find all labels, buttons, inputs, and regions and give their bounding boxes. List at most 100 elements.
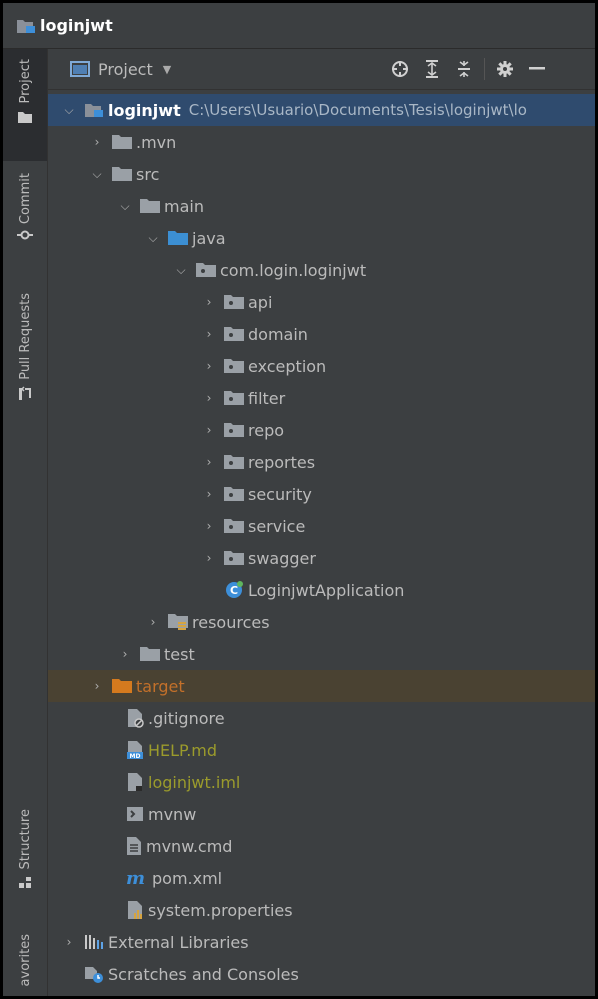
- package-icon: [224, 487, 244, 501]
- svg-text:MD: MD: [130, 753, 141, 760]
- settings-button[interactable]: [489, 55, 521, 83]
- project-tool-label: Project: [17, 59, 33, 104]
- package-icon: [224, 295, 244, 309]
- chevron-down-icon: ⌵: [148, 230, 158, 245]
- node-label: exception: [248, 356, 327, 376]
- node-label: .gitignore: [148, 708, 225, 728]
- chevron-right-icon: ›: [206, 519, 212, 533]
- tree-node-target[interactable]: › target: [48, 670, 595, 702]
- chevron-right-icon: ›: [206, 295, 212, 309]
- pull-requests-tool-label: Pull Requests: [17, 293, 33, 380]
- package-icon: [224, 455, 244, 469]
- expand-all-button[interactable]: [416, 55, 448, 83]
- collapse-all-icon: [457, 60, 471, 78]
- structure-tool-button[interactable]: Structure: [3, 809, 47, 909]
- tree-node-resources[interactable]: › resources: [48, 606, 595, 638]
- node-label: reportes: [248, 452, 316, 472]
- node-label: main: [164, 196, 204, 216]
- package-icon: [224, 519, 244, 533]
- node-label: .mvn: [136, 132, 177, 152]
- source-folder-icon: [168, 231, 188, 245]
- tool-window-strip: Project Commit Pull Requests Structure a…: [3, 49, 48, 996]
- svg-text:C: C: [230, 584, 238, 597]
- node-label: swagger: [248, 548, 316, 568]
- chevron-down-icon: ⌵: [64, 102, 74, 117]
- project-tree[interactable]: ⌵ loginjwt C:\Users\Usuario\Documents\Te…: [48, 90, 595, 996]
- tree-node-gitignore[interactable]: .gitignore: [48, 702, 595, 734]
- chevron-down-icon: ▼: [162, 62, 172, 76]
- node-label: External Libraries: [108, 932, 249, 952]
- node-label: filter: [248, 388, 286, 408]
- locate-file-button[interactable]: [384, 55, 416, 83]
- tree-node-external-libraries[interactable]: › External Libraries: [48, 926, 595, 958]
- node-label: repo: [248, 420, 285, 440]
- tree-node-swagger[interactable]: › swagger: [48, 542, 595, 574]
- node-label: target: [136, 676, 185, 696]
- markdown-file-icon: MD: [126, 740, 144, 760]
- folder-icon: [112, 167, 132, 181]
- tree-node-domain[interactable]: › domain: [48, 318, 595, 350]
- tree-node-java[interactable]: ⌵ java: [48, 222, 595, 254]
- hide-panel-button[interactable]: [521, 55, 553, 83]
- text-file-icon: [126, 836, 142, 856]
- tree-node-help[interactable]: MD HELP.md: [48, 734, 595, 766]
- properties-file-icon: [126, 900, 144, 920]
- svg-text:m: m: [126, 869, 145, 887]
- tree-node-root[interactable]: ⌵ loginjwt C:\Users\Usuario\Documents\Te…: [48, 94, 595, 126]
- tree-node-mvnw-cmd[interactable]: mvnw.cmd: [48, 830, 595, 862]
- tree-node-exception[interactable]: › exception: [48, 350, 595, 382]
- structure-tool-label: Structure: [17, 809, 33, 870]
- panel-actions: [384, 55, 553, 83]
- title-bar: loginjwt: [3, 3, 595, 49]
- tree-node-app-class[interactable]: C LoginjwtApplication: [48, 574, 595, 606]
- chevron-right-icon: ›: [94, 679, 100, 693]
- tree-node-repo[interactable]: › repo: [48, 414, 595, 446]
- tree-node-pom[interactable]: m pom.xml: [48, 862, 595, 894]
- shell-script-icon: [126, 806, 144, 822]
- node-label: security: [248, 484, 312, 504]
- tree-node-reportes[interactable]: › reportes: [48, 446, 595, 478]
- crosshair-icon: [391, 60, 409, 78]
- node-label: api: [248, 292, 273, 312]
- favorites-tool-button[interactable]: avorites: [3, 934, 47, 996]
- chevron-down-icon: ⌵: [92, 166, 102, 181]
- chevron-right-icon: ›: [150, 615, 156, 629]
- tree-node-api[interactable]: › api: [48, 286, 595, 318]
- collapse-all-button[interactable]: [448, 55, 480, 83]
- project-panel-header: Project ▼: [48, 49, 595, 90]
- tree-node-package[interactable]: ⌵ com.login.loginjwt: [48, 254, 595, 286]
- tree-node-service[interactable]: › service: [48, 510, 595, 542]
- package-icon: [224, 423, 244, 437]
- tree-node-mvnw[interactable]: mvnw: [48, 798, 595, 830]
- project-view-icon: [70, 61, 90, 77]
- tree-node-filter[interactable]: › filter: [48, 382, 595, 414]
- node-label: LoginjwtApplication: [248, 580, 405, 600]
- package-icon: [224, 551, 244, 565]
- scratches-icon: [84, 964, 104, 984]
- chevron-right-icon: ›: [206, 327, 212, 341]
- commit-tool-button[interactable]: Commit: [3, 173, 47, 263]
- project-view-selector[interactable]: Project ▼: [70, 60, 171, 79]
- node-label: Scratches and Consoles: [108, 964, 299, 984]
- package-icon: [224, 359, 244, 373]
- tree-node-security[interactable]: › security: [48, 478, 595, 510]
- window-title: loginjwt: [40, 16, 113, 35]
- node-label: resources: [192, 612, 270, 632]
- tree-node-src[interactable]: ⌵ src: [48, 158, 595, 190]
- pull-requests-tool-button[interactable]: Pull Requests: [3, 293, 47, 433]
- excluded-folder-icon: [112, 679, 132, 693]
- pull-request-icon: [18, 386, 32, 402]
- tree-node-system-properties[interactable]: system.properties: [48, 894, 595, 926]
- tree-node-scratches[interactable]: Scratches and Consoles: [48, 958, 595, 990]
- tree-node-mvn[interactable]: › .mvn: [48, 126, 595, 158]
- tree-node-iml[interactable]: loginjwt.iml: [48, 766, 595, 798]
- spring-class-icon: C: [224, 580, 244, 600]
- tree-node-main[interactable]: ⌵ main: [48, 190, 595, 222]
- tree-node-test[interactable]: › test: [48, 638, 595, 670]
- node-label: HELP.md: [148, 740, 218, 760]
- project-view-label: Project: [98, 59, 153, 79]
- node-label: loginjwt.iml: [148, 772, 241, 792]
- chevron-down-icon: ⌵: [120, 198, 130, 213]
- project-tool-button[interactable]: Project: [3, 49, 47, 161]
- ignore-file-icon: [126, 708, 144, 728]
